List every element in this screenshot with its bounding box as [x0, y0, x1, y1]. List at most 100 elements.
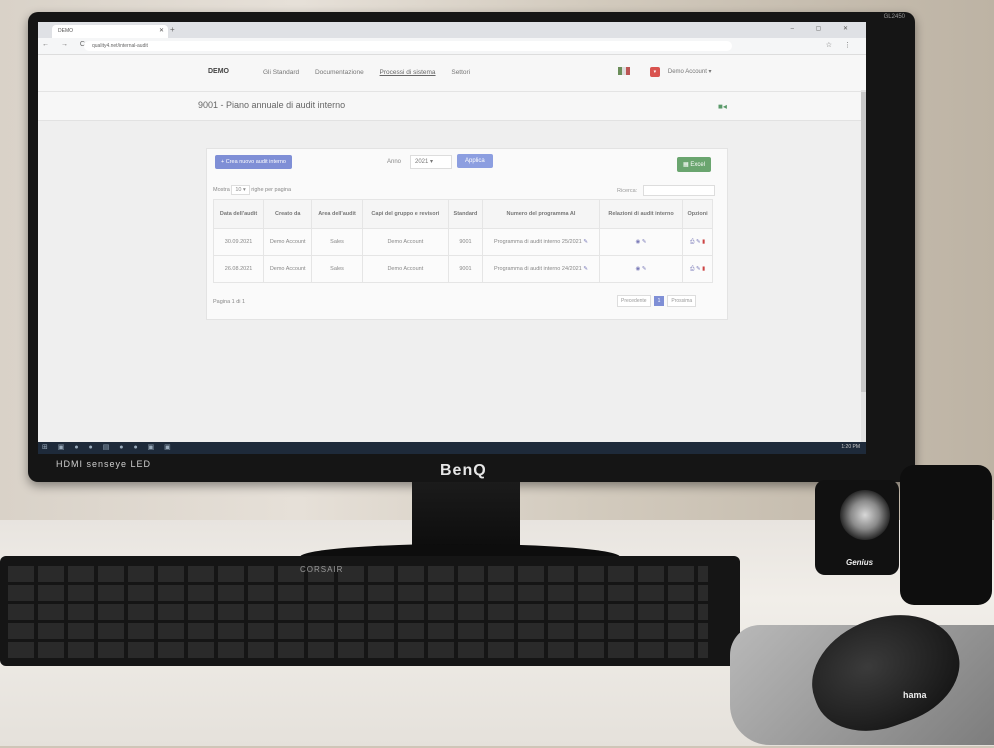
- col-audit-area[interactable]: Area dell'audit: [311, 199, 363, 229]
- cell-area: Sales: [311, 255, 363, 283]
- edit-icon[interactable]: ✎: [696, 266, 701, 272]
- cell-created-by: Demo Account: [263, 255, 313, 283]
- cell-program: Programma di audit interno 25/2021 ✎: [482, 228, 600, 256]
- video-icon[interactable]: ■◂: [718, 102, 727, 111]
- cell-created-by: Demo Account: [263, 228, 313, 256]
- cell-reports: ◉ ✎: [598, 255, 684, 283]
- taskbar-clock: 1:20 PM: [841, 444, 860, 450]
- edit-icon[interactable]: ✎: [642, 266, 647, 272]
- scrollbar-thumb[interactable]: [861, 92, 866, 392]
- col-options: Opzioni: [682, 199, 713, 229]
- col-standard[interactable]: Standard: [447, 199, 484, 229]
- view-icon[interactable]: ◉: [636, 239, 641, 245]
- pagination: Precedente 1 Prossima: [617, 295, 697, 307]
- browser-toolbar-icons[interactable]: ☆ ⋮: [826, 41, 856, 49]
- cell-date: 30.09.2021: [212, 228, 265, 256]
- year-select[interactable]: 2021 ▾: [410, 155, 452, 169]
- user-menu[interactable]: Demo Account ▾: [668, 69, 712, 75]
- speaker-brand: Genius: [846, 558, 874, 567]
- cell-options: ⎙ ✎ ▮: [682, 255, 713, 283]
- new-tab-icon[interactable]: +: [170, 25, 175, 34]
- page-size-control: Mostra 10 ▾ righe per pagina: [213, 185, 291, 195]
- cell-options: ⎙ ✎ ▮: [682, 228, 713, 256]
- user-area: ▾ Demo Account ▾: [618, 67, 712, 77]
- menu-item-documentation[interactable]: Documentazione: [315, 69, 364, 76]
- edit-icon[interactable]: ✎: [696, 239, 701, 245]
- audit-table: Data dell'audit Creato da Area dell'audi…: [212, 199, 713, 283]
- create-audit-button[interactable]: + Crea nuovo audit interno: [215, 155, 292, 169]
- col-leaders[interactable]: Capi del gruppo e revisori: [361, 199, 449, 229]
- browser-tab-bar: DEMO ✕ + – ▢ ✕: [38, 22, 866, 38]
- browser-tab[interactable]: DEMO ✕: [52, 25, 168, 38]
- app-logo[interactable]: DEMO: [208, 68, 229, 75]
- show-suffix: righe per pagina: [251, 187, 292, 193]
- print-icon[interactable]: ⎙: [690, 266, 694, 272]
- main-menu: Gli Standard Documentazione Processi di …: [263, 69, 484, 76]
- col-program-number[interactable]: Numero del programma AI: [482, 199, 600, 229]
- show-prefix: Mostra: [213, 187, 230, 193]
- edit-icon[interactable]: ✎: [642, 239, 647, 245]
- delete-icon[interactable]: ▮: [702, 266, 705, 272]
- cell-area: Sales: [311, 228, 363, 256]
- search-input[interactable]: [642, 185, 715, 196]
- cell-date: 26.08.2021: [212, 255, 265, 283]
- cell-standard: 9001: [447, 228, 484, 256]
- monitor-screen: DEMO ✕ + – ▢ ✕ ← → C quality4.net/intern…: [38, 22, 866, 454]
- cell-leaders: Demo Account: [361, 255, 449, 283]
- program-link[interactable]: Programma di audit interno 24/2021: [494, 266, 582, 272]
- close-icon[interactable]: ✕: [159, 25, 164, 38]
- menu-item-system-processes[interactable]: Processi di sistema: [380, 69, 436, 76]
- edit-icon[interactable]: ✎: [583, 266, 588, 272]
- delete-icon[interactable]: ▮: [702, 239, 705, 245]
- taskbar-icons[interactable]: ⊞ ▣ ● ● ▤ ● ● ▣ ▣: [42, 443, 175, 451]
- prev-page-button[interactable]: Precedente: [617, 295, 651, 307]
- menu-item-standards[interactable]: Gli Standard: [263, 69, 299, 76]
- language-flag-icon[interactable]: [618, 67, 630, 76]
- monitor-stand: [412, 482, 520, 552]
- mouse-brand: hama: [903, 690, 927, 700]
- program-link[interactable]: Programma di audit interno 25/2021: [494, 239, 582, 245]
- table-search: Ricerca:: [617, 185, 715, 196]
- next-page-button[interactable]: Prossima: [667, 295, 697, 307]
- audit-panel: + Crea nuovo audit interno Anno 2021 ▾ A…: [206, 148, 728, 320]
- page-size-select[interactable]: 10 ▾: [231, 185, 250, 195]
- app-navbar: DEMO Gli Standard Documentazione Process…: [38, 55, 866, 92]
- cell-program: Programma di audit interno 24/2021 ✎: [482, 255, 600, 283]
- monitor-hdmi-label: HDMI senseye LED: [56, 459, 152, 469]
- page-header: 9001 - Piano annuale di audit interno ■◂: [38, 92, 866, 121]
- search-label: Ricerca:: [617, 187, 638, 194]
- browser-toolbar: ← → C quality4.net/internal-audit ☆ ⋮: [38, 38, 866, 55]
- table-header-row: Data dell'audit Creato da Area dell'audi…: [212, 199, 713, 229]
- col-audit-date[interactable]: Data dell'audit: [212, 199, 265, 229]
- apply-button[interactable]: Applica: [457, 154, 493, 168]
- monitor-model-label: GL2450: [883, 14, 905, 20]
- keyboard-key-rows: [8, 566, 708, 658]
- notifications-button[interactable]: ▾: [649, 67, 661, 77]
- os-taskbar: ⊞ ▣ ● ● ▤ ● ● ▣ ▣ 1:20 PM: [38, 442, 866, 454]
- address-bar[interactable]: quality4.net/internal-audit: [84, 41, 732, 51]
- table-row: 30.09.2021 Demo Account Sales Demo Accou…: [212, 228, 713, 256]
- monitor-brand-logo: BenQ: [440, 462, 487, 479]
- tab-title: DEMO: [58, 28, 73, 34]
- col-created-by[interactable]: Creato da: [263, 199, 313, 229]
- window-controls[interactable]: – ▢ ✕: [791, 25, 858, 32]
- keyboard: [0, 556, 740, 666]
- excel-export-button[interactable]: ▦ Excel: [677, 157, 712, 172]
- edit-icon[interactable]: ✎: [583, 239, 588, 245]
- cell-reports: ◉ ✎: [598, 228, 684, 256]
- col-reports[interactable]: Relazioni di audit interno: [598, 199, 684, 229]
- browser-nav-buttons[interactable]: ← → C: [42, 41, 90, 48]
- table-row: 26.08.2021 Demo Account Sales Demo Accou…: [212, 255, 713, 283]
- cell-leaders: Demo Account: [361, 228, 449, 256]
- excel-label: Excel: [690, 162, 706, 168]
- view-icon[interactable]: ◉: [636, 266, 641, 272]
- print-icon[interactable]: ⎙: [690, 239, 694, 245]
- cell-standard: 9001: [447, 255, 484, 283]
- speaker-cone: [840, 490, 890, 540]
- current-page-button[interactable]: 1: [653, 296, 665, 306]
- keyboard-brand: CORSAIR: [300, 565, 344, 574]
- menu-item-sectors[interactable]: Settori: [451, 69, 470, 76]
- speaker-right: [900, 465, 992, 605]
- pagination-info: Pagina 1 di 1: [213, 299, 246, 305]
- page-title: 9001 - Piano annuale di audit interno: [198, 100, 346, 110]
